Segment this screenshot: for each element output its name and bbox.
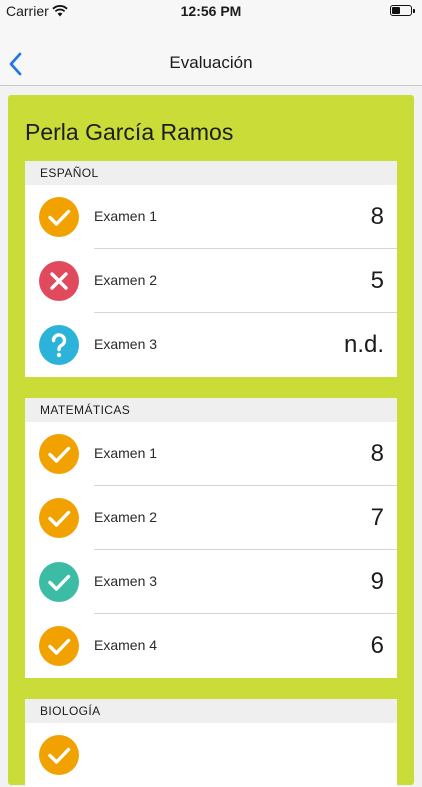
exam-label: Examen 1	[94, 445, 158, 461]
exam-label: Examen 2	[94, 509, 158, 525]
battery-icon	[390, 5, 415, 16]
check-icon	[39, 434, 79, 474]
exam-label: Examen 4	[94, 637, 158, 653]
exam-row[interactable]	[25, 723, 397, 787]
exam-row[interactable]: Examen 3 9	[25, 550, 397, 614]
clock: 12:56 PM	[180, 3, 242, 19]
check-icon	[39, 735, 79, 775]
exam-grade: n.d.	[343, 331, 384, 358]
exam-row[interactable]: Examen 1 8	[25, 422, 397, 486]
exam-label: Examen 1	[94, 208, 158, 224]
question-icon	[39, 325, 79, 365]
navigation-bar: Evaluación	[0, 22, 422, 86]
exam-label: Examen 3	[94, 573, 158, 589]
student-name: Perla García Ramos	[25, 119, 234, 145]
exam-row[interactable]: Examen 3 n.d.	[25, 313, 397, 377]
exam-label: Examen 2	[94, 272, 158, 288]
check-icon	[39, 562, 79, 602]
subject-section-biologia: BIOLOGÍA	[25, 699, 397, 787]
student-card: Perla García Ramos ESPAÑOL Examen 1 8 Ex…	[8, 95, 414, 787]
exam-row[interactable]: Examen 2 7	[25, 486, 397, 550]
exam-grade: 8	[370, 203, 384, 230]
exam-grade: 9	[370, 568, 384, 595]
subject-header: ESPAÑOL	[25, 161, 397, 185]
x-icon	[39, 261, 79, 301]
subject-section-espanol: ESPAÑOL Examen 1 8 Examen 2 5 Examen 3 n…	[25, 161, 397, 377]
check-icon	[39, 498, 79, 538]
exam-grade: 7	[370, 504, 384, 531]
exam-grade: 6	[370, 632, 384, 659]
status-bar: Carrier 12:56 PM	[0, 0, 422, 22]
exam-grade: 5	[370, 267, 384, 294]
subject-header: MATEMÁTICAS	[25, 398, 397, 422]
subject-section-matematicas: MATEMÁTICAS Examen 1 8 Examen 2 7 Examen…	[25, 398, 397, 678]
check-icon	[39, 197, 79, 237]
subject-header: BIOLOGÍA	[25, 699, 397, 723]
exam-row[interactable]: Examen 2 5	[25, 249, 397, 313]
exam-row[interactable]: Examen 4 6	[25, 614, 397, 678]
exam-label: Examen 3	[94, 336, 158, 352]
page-title: Evaluación	[169, 53, 253, 72]
check-icon	[39, 626, 79, 666]
exam-grade: 8	[370, 440, 384, 467]
exam-row[interactable]: Examen 1 8	[25, 185, 397, 249]
